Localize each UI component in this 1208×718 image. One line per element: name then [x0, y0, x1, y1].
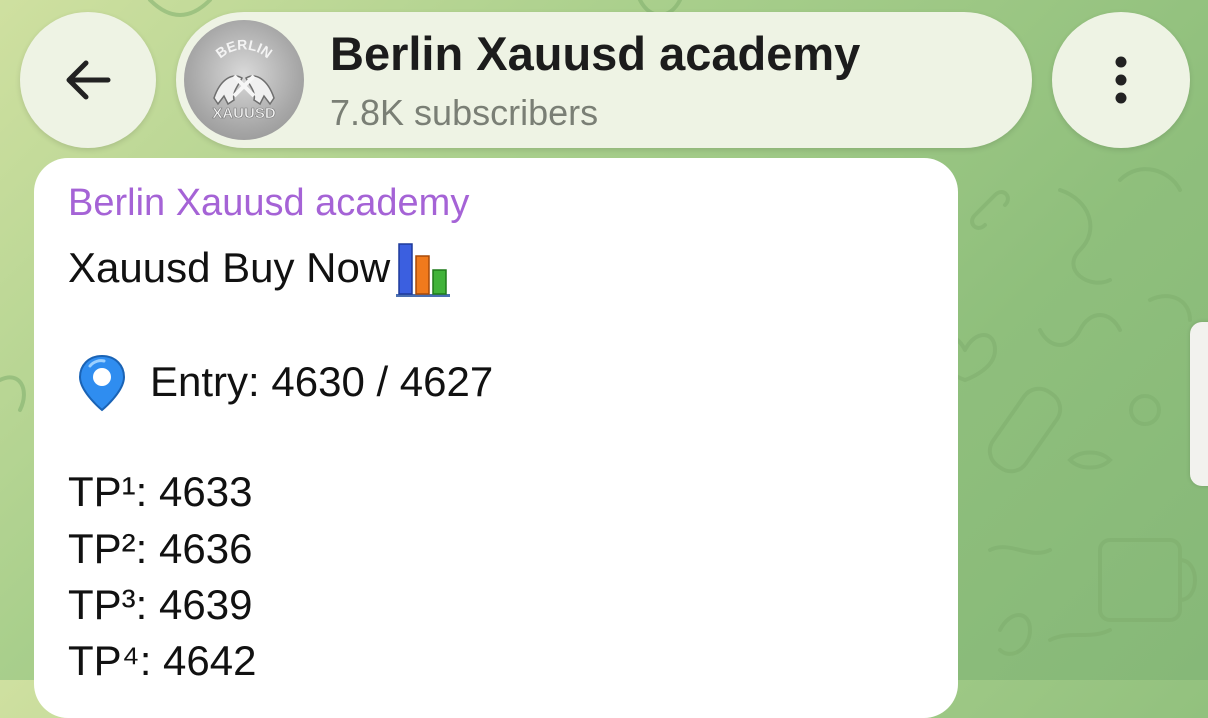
entry-price: Entry: 4630 / 4627 [150, 358, 494, 405]
take-profit-4: TP⁴: 4642 [68, 637, 257, 684]
arrow-left-icon [66, 60, 111, 100]
mug-doodle-icon [1098, 538, 1182, 622]
entry-line: Entry: 4630 / 4627 [74, 352, 493, 412]
svg-text:BERLIN: BERLIN [213, 36, 276, 61]
map-pin-emoji-icon [78, 354, 126, 412]
take-profit-3: TP³: 4639 [68, 581, 253, 628]
take-profit-1: TP¹: 4633 [68, 468, 253, 515]
scroll-handle[interactable] [1190, 322, 1208, 486]
take-profit-2: TP²: 4636 [68, 525, 253, 572]
message-bubble[interactable]: Berlin Xauusd academy Xauusd Buy Now Ent… [34, 158, 958, 718]
more-options-button[interactable] [1052, 12, 1190, 148]
channel-logo-icon: BERLIN XAUUSD [212, 36, 276, 122]
message-sender-name[interactable]: Berlin Xauusd academy [68, 182, 469, 225]
svg-text:XAUUSD: XAUUSD [212, 105, 276, 122]
fish-doodle-icon [1067, 450, 1113, 470]
bone-doodle-icon [970, 190, 1010, 230]
channel-avatar[interactable]: BERLIN XAUUSD [184, 20, 304, 140]
more-vertical-icon [1115, 56, 1127, 104]
subscriber-count: 7.8K subscribers [330, 92, 599, 133]
message-headline-line: Xauusd Buy Now [68, 238, 452, 298]
bar-chart-emoji-icon [396, 243, 451, 297]
channel-header[interactable]: BERLIN XAUUSD Berlin Xauusd academy 7.8K… [176, 12, 1032, 148]
channel-title: Berlin Xauusd academy [330, 27, 861, 80]
back-button[interactable] [20, 12, 156, 148]
message-headline: Xauusd Buy Now [68, 244, 391, 291]
